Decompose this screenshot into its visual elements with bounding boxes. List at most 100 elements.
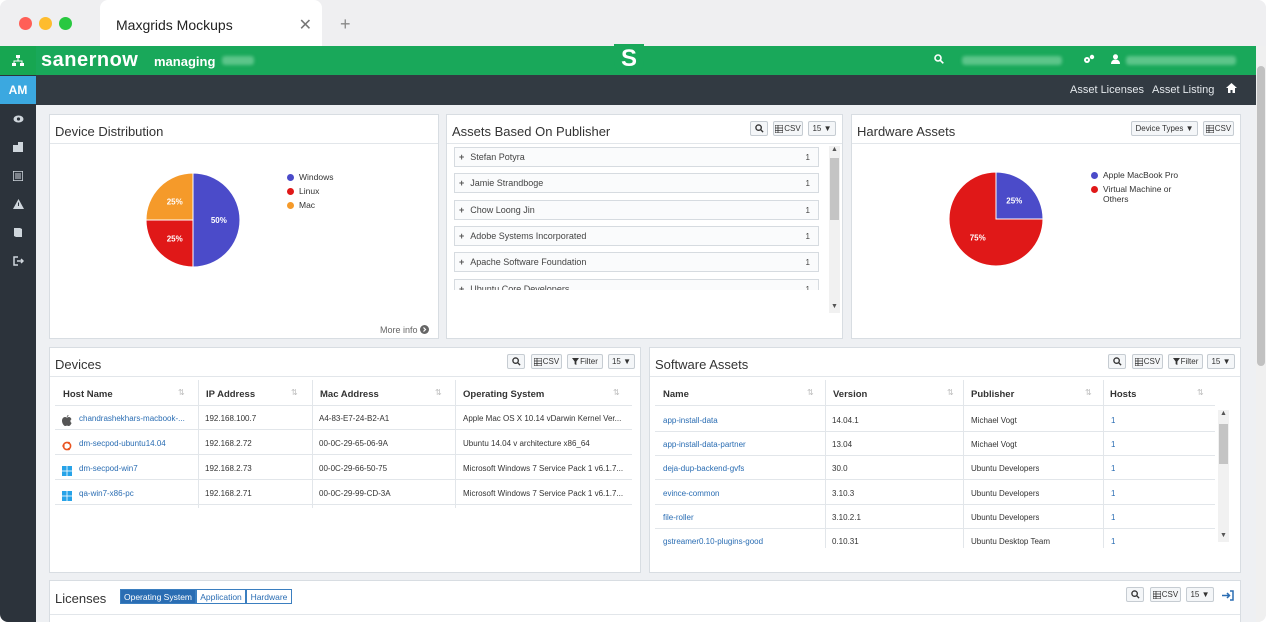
sitemap-icon[interactable] bbox=[0, 46, 36, 75]
software-hosts-link[interactable]: 1 bbox=[1111, 489, 1115, 498]
column-header[interactable]: IP Address bbox=[206, 389, 255, 400]
publisher-row[interactable]: + Stefan Potyra 1 bbox=[454, 147, 819, 167]
tab-application[interactable]: Application bbox=[196, 589, 246, 604]
column-header[interactable]: Version bbox=[833, 389, 867, 400]
publisher-row[interactable]: + Apache Software Foundation 1 bbox=[454, 252, 819, 273]
close-window-button[interactable] bbox=[19, 17, 32, 30]
scroll-down-icon[interactable]: ▼ bbox=[831, 303, 838, 310]
column-header[interactable]: Name bbox=[663, 389, 689, 400]
software-name-link[interactable]: file-roller bbox=[663, 513, 694, 522]
buildings-icon[interactable] bbox=[0, 137, 36, 157]
page-scroll-thumb[interactable] bbox=[1257, 66, 1265, 366]
new-tab-button[interactable]: + bbox=[340, 14, 351, 35]
search-icon[interactable] bbox=[934, 53, 944, 67]
column-header[interactable]: Host Name bbox=[63, 389, 113, 400]
hardware-csv-button[interactable]: CSV bbox=[1203, 121, 1234, 136]
device-types-select[interactable]: Device Types ▼ bbox=[1131, 121, 1198, 136]
asset-licenses-link[interactable]: Asset Licenses bbox=[1070, 84, 1144, 96]
publisher-row[interactable]: + Jamie Strandboge 1 bbox=[454, 173, 819, 194]
devices-search-button[interactable] bbox=[507, 354, 525, 369]
table-icon bbox=[533, 357, 542, 366]
publisher-row[interactable]: + Martin Pitkas 1 bbox=[454, 305, 819, 315]
software-name-link[interactable]: app-install-data bbox=[663, 416, 718, 425]
licenses-search-button[interactable] bbox=[1126, 587, 1144, 602]
operating-system: Apple Mac OS X 10.14 vDarwin Kernel Ver.… bbox=[463, 414, 622, 423]
devices-filter-button[interactable]: Filter bbox=[567, 354, 603, 369]
sidebar-item-am[interactable]: AM bbox=[0, 76, 36, 104]
software-scroll-thumb[interactable] bbox=[1219, 424, 1228, 464]
plus-icon[interactable]: + bbox=[459, 205, 464, 215]
software-hosts-link[interactable]: 1 bbox=[1111, 464, 1115, 473]
software-hosts-link[interactable]: 1 bbox=[1111, 537, 1115, 546]
mac-address: 00-0C-29-99-CD-3A bbox=[319, 489, 391, 498]
software-hosts-link[interactable]: 1 bbox=[1111, 513, 1115, 522]
logout-icon[interactable] bbox=[0, 251, 36, 271]
tab-hardware[interactable]: Hardware bbox=[246, 589, 292, 604]
devices-pagesize-select[interactable]: 15 ▼ bbox=[608, 354, 635, 369]
browser-tab[interactable]: Maxgrids Mockups ✕ bbox=[100, 0, 322, 47]
host-name-link[interactable]: chandrashekhars-macbook-... bbox=[79, 414, 194, 423]
sort-icon[interactable]: ⇅ bbox=[1085, 388, 1092, 397]
host-name-link[interactable]: dm-secpod-ubuntu14.04 bbox=[79, 439, 194, 448]
software-name-link[interactable]: deja-dup-backend-gvfs bbox=[663, 464, 744, 473]
tab-operating-system[interactable]: Operating System bbox=[120, 589, 196, 604]
sort-icon[interactable]: ⇅ bbox=[1197, 388, 1204, 397]
plus-icon[interactable]: + bbox=[459, 178, 464, 188]
publisher-row[interactable]: + Ubuntu Core Developers 1 bbox=[454, 278, 819, 291]
eye-icon[interactable] bbox=[0, 109, 36, 129]
software-name-link[interactable]: gstreamer0.10-plugins-good bbox=[663, 537, 763, 546]
plus-icon[interactable]: + bbox=[459, 257, 464, 267]
sort-icon[interactable]: ⇅ bbox=[807, 388, 814, 397]
publisher-pagesize-select[interactable]: 15 ▼ bbox=[808, 121, 836, 136]
software-hosts-link[interactable]: 1 bbox=[1111, 416, 1115, 425]
licenses-pagesize-select[interactable]: 15 ▼ bbox=[1186, 587, 1214, 602]
software-scrollbar[interactable]: ▲ ▼ bbox=[1218, 410, 1229, 542]
devices-csv-button[interactable]: CSV bbox=[531, 354, 562, 369]
licenses-csv-button[interactable]: CSV bbox=[1150, 587, 1181, 602]
plus-icon[interactable]: + bbox=[459, 310, 464, 315]
book-icon[interactable] bbox=[0, 222, 36, 242]
scroll-up-icon[interactable]: ▲ bbox=[1220, 410, 1227, 417]
plus-icon[interactable]: + bbox=[459, 231, 464, 241]
scroll-up-icon[interactable]: ▲ bbox=[831, 146, 838, 153]
close-tab-icon[interactable]: ✕ bbox=[299, 15, 312, 35]
publisher-search-button[interactable] bbox=[750, 121, 768, 136]
asset-listing-link[interactable]: Asset Listing bbox=[1152, 84, 1214, 96]
sort-icon[interactable]: ⇅ bbox=[613, 388, 620, 397]
home-icon[interactable] bbox=[1226, 83, 1237, 96]
publisher-name: Adobe Systems Incorporated bbox=[470, 230, 587, 241]
more-info-link[interactable]: More info bbox=[380, 325, 430, 335]
sort-icon[interactable]: ⇅ bbox=[947, 388, 954, 397]
sort-icon[interactable]: ⇅ bbox=[178, 388, 185, 397]
scroll-down-icon[interactable]: ▼ bbox=[1220, 532, 1227, 539]
host-name-link[interactable]: qa-win7-x86-pc bbox=[79, 489, 194, 498]
export-icon[interactable] bbox=[1222, 588, 1234, 606]
software-hosts-link[interactable]: 1 bbox=[1111, 440, 1115, 449]
host-name-link[interactable]: dm-secpod-win7 bbox=[79, 464, 194, 473]
pie-slice-linux[interactable] bbox=[145, 219, 194, 268]
plus-icon[interactable]: + bbox=[459, 284, 464, 291]
publisher-csv-button[interactable]: CSV bbox=[773, 121, 803, 136]
settings-icon[interactable] bbox=[1083, 53, 1095, 67]
software-name-link[interactable]: app-install-data-partner bbox=[663, 440, 746, 449]
column-header[interactable]: Operating System bbox=[463, 389, 544, 400]
user-icon[interactable] bbox=[1111, 53, 1120, 67]
publisher-row[interactable]: + Adobe Systems Incorporated 1 bbox=[454, 225, 819, 246]
publisher-scroll-thumb[interactable] bbox=[830, 158, 839, 220]
sort-icon[interactable]: ⇅ bbox=[291, 388, 298, 397]
publisher-scrollbar[interactable]: ▲ ▼ bbox=[829, 146, 840, 313]
list-icon[interactable] bbox=[0, 166, 36, 186]
pie-slice-mac[interactable] bbox=[145, 172, 194, 221]
maximize-window-button[interactable] bbox=[59, 17, 72, 30]
software-name-link[interactable]: evince-common bbox=[663, 489, 719, 498]
pie-slice-apple-macbook-pro[interactable] bbox=[995, 171, 1044, 220]
column-header[interactable]: Mac Address bbox=[320, 389, 379, 400]
plus-icon[interactable]: + bbox=[459, 152, 464, 162]
minimize-window-button[interactable] bbox=[39, 17, 52, 30]
column-header[interactable]: Hosts bbox=[1110, 389, 1136, 400]
page-scrollbar[interactable] bbox=[1256, 46, 1266, 622]
sort-icon[interactable]: ⇅ bbox=[435, 388, 442, 397]
warning-icon[interactable] bbox=[0, 194, 36, 214]
column-header[interactable]: Publisher bbox=[971, 389, 1014, 400]
publisher-row[interactable]: + Chow Loong Jin 1 bbox=[454, 199, 819, 220]
